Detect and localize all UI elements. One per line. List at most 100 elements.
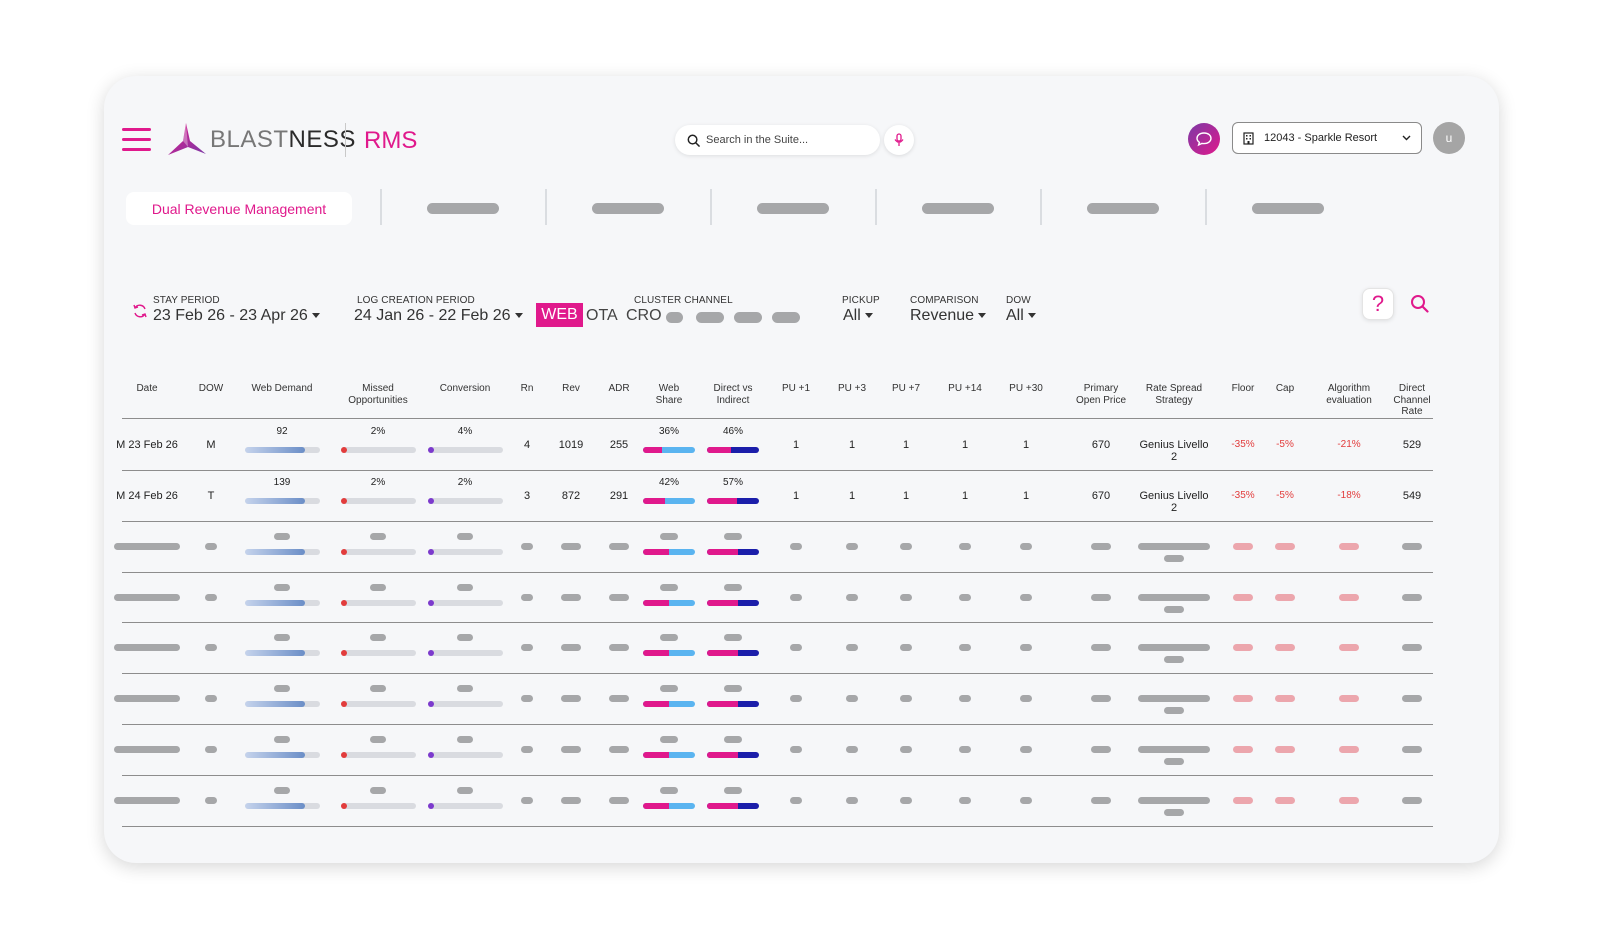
column-header-algorithm[interactable]: Algorithm evaluation (1326, 383, 1372, 406)
cluster-channel-option[interactable] (666, 312, 683, 323)
channel-ota-chip[interactable]: OTA (586, 307, 618, 325)
chat-button[interactable] (1188, 123, 1220, 155)
chevron-down-icon (1402, 135, 1411, 141)
tab-placeholder[interactable] (922, 203, 994, 214)
channel-web-chip[interactable]: WEB (536, 303, 583, 327)
value-placeholder (521, 644, 533, 651)
tab-placeholder[interactable] (1087, 203, 1159, 214)
user-avatar[interactable]: u (1433, 122, 1465, 154)
search-icon[interactable] (1410, 294, 1429, 313)
missed-opportunities-marker (341, 701, 347, 707)
column-header-direct-channel-rate[interactable]: Direct Channel Rate (1393, 383, 1430, 418)
refresh-icon[interactable] (132, 303, 148, 319)
column-header-adr[interactable]: ADR (608, 383, 629, 395)
value-placeholder (205, 695, 217, 702)
cluster-channel-option[interactable] (772, 312, 800, 323)
suite-search[interactable] (675, 125, 880, 155)
value-placeholder (1164, 758, 1184, 765)
missed-opportunities-bar (341, 701, 416, 707)
dow-dropdown[interactable]: All (1006, 307, 1036, 325)
column-header-rate-spread[interactable]: Rate Spread Strategy (1146, 383, 1202, 406)
pickup-label: PICKUP (842, 295, 880, 306)
column-header-cap[interactable]: Cap (1276, 383, 1294, 395)
value-placeholder (1402, 594, 1422, 601)
value-placeholder (1339, 644, 1359, 651)
column-header-rn[interactable]: Rn (521, 383, 534, 395)
missed-opportunities-marker (341, 447, 347, 453)
value-placeholder (457, 736, 473, 743)
web-demand-bar-fill (245, 600, 305, 606)
cluster-channel-option[interactable] (734, 312, 762, 323)
cell-pu30: 1 (1022, 439, 1030, 451)
value-placeholder (1091, 594, 1111, 601)
value-placeholder (660, 685, 678, 692)
log-creation-dropdown[interactable]: 24 Jan 26 - 22 Feb 26 (354, 307, 523, 325)
stay-period-value: 23 Feb 26 - 23 Apr 26 (153, 307, 308, 324)
column-header-pu3[interactable]: PU +3 (838, 383, 866, 395)
column-header-pu14[interactable]: PU +14 (948, 383, 982, 395)
value-placeholder (1091, 644, 1111, 651)
search-input[interactable] (706, 134, 866, 146)
column-header-pu30[interactable]: PU +30 (1009, 383, 1043, 395)
column-header-date[interactable]: Date (136, 383, 157, 395)
conversion-marker (428, 803, 434, 809)
value-placeholder (521, 746, 533, 753)
conversion-marker (428, 549, 434, 555)
value-placeholder (1091, 746, 1111, 753)
missed-opportunities-marker (341, 498, 347, 504)
tab-divider (380, 189, 382, 225)
cluster-channel-option[interactable] (696, 312, 724, 323)
tab-placeholder[interactable] (592, 203, 664, 214)
column-header-rev[interactable]: Rev (562, 383, 580, 395)
property-select[interactable]: 12043 - Sparkle Resort (1232, 122, 1422, 154)
value-placeholder (790, 695, 802, 702)
value-placeholder (660, 787, 678, 794)
value-placeholder (1164, 656, 1184, 663)
value-placeholder (1233, 594, 1253, 601)
value-placeholder (457, 685, 473, 692)
column-header-pu7[interactable]: PU +7 (892, 383, 920, 395)
column-header-missed[interactable]: Missed Opportunities (348, 383, 407, 406)
column-header-web-share[interactable]: Web Share (656, 383, 683, 406)
value-placeholder (521, 543, 533, 550)
value-placeholder (1339, 695, 1359, 702)
value-placeholder (274, 584, 290, 591)
column-header-primary-open-price[interactable]: Primary Open Price (1076, 383, 1126, 406)
column-header-direct-indirect[interactable]: Direct vs Indirect (714, 383, 753, 406)
cluster-channel-label: CLUSTER CHANNEL (634, 295, 733, 306)
column-header-conversion[interactable]: Conversion (440, 383, 491, 395)
value-placeholder (114, 543, 180, 550)
missed-opportunities-bar (341, 549, 416, 555)
comparison-dropdown[interactable]: Revenue (910, 307, 987, 325)
column-header-dow[interactable]: DOW (199, 383, 223, 395)
hamburger-icon[interactable] (122, 128, 151, 151)
column-header-pu1[interactable]: PU +1 (782, 383, 810, 395)
tab-placeholder[interactable] (427, 203, 499, 214)
help-button[interactable]: ? (1362, 288, 1394, 320)
value-placeholder (660, 584, 678, 591)
channel-cro-chip[interactable]: CRO (626, 307, 662, 325)
value-placeholder (274, 685, 290, 692)
value-placeholder (1233, 543, 1253, 550)
value-placeholder (114, 797, 180, 804)
app-window: BLASTNESS RMS 12043 - Sparkle Resort u D… (104, 76, 1499, 863)
pickup-dropdown[interactable]: All (843, 307, 873, 325)
direct-vs-indirect-value: 57% (722, 477, 744, 488)
column-header-web-demand[interactable]: Web Demand (252, 383, 313, 395)
tab-dual-revenue-management[interactable]: Dual Revenue Management (126, 192, 352, 225)
header-divider (122, 418, 1433, 419)
comparison-label: COMPARISON (910, 295, 979, 306)
stay-period-dropdown[interactable]: 23 Feb 26 - 23 Apr 26 (153, 307, 320, 325)
value-placeholder (609, 746, 629, 753)
tab-placeholder[interactable] (757, 203, 829, 214)
caret-down-icon (978, 313, 987, 319)
web-share-bar-fill (643, 650, 669, 656)
direct-vs-indirect-bar (707, 549, 759, 555)
value-placeholder (724, 533, 742, 540)
value-placeholder (1233, 797, 1253, 804)
column-header-floor[interactable]: Floor (1232, 383, 1255, 395)
voice-search-button[interactable] (884, 125, 914, 155)
tab-placeholder[interactable] (1252, 203, 1324, 214)
value-placeholder (609, 695, 629, 702)
missed-opportunities-marker (341, 650, 347, 656)
